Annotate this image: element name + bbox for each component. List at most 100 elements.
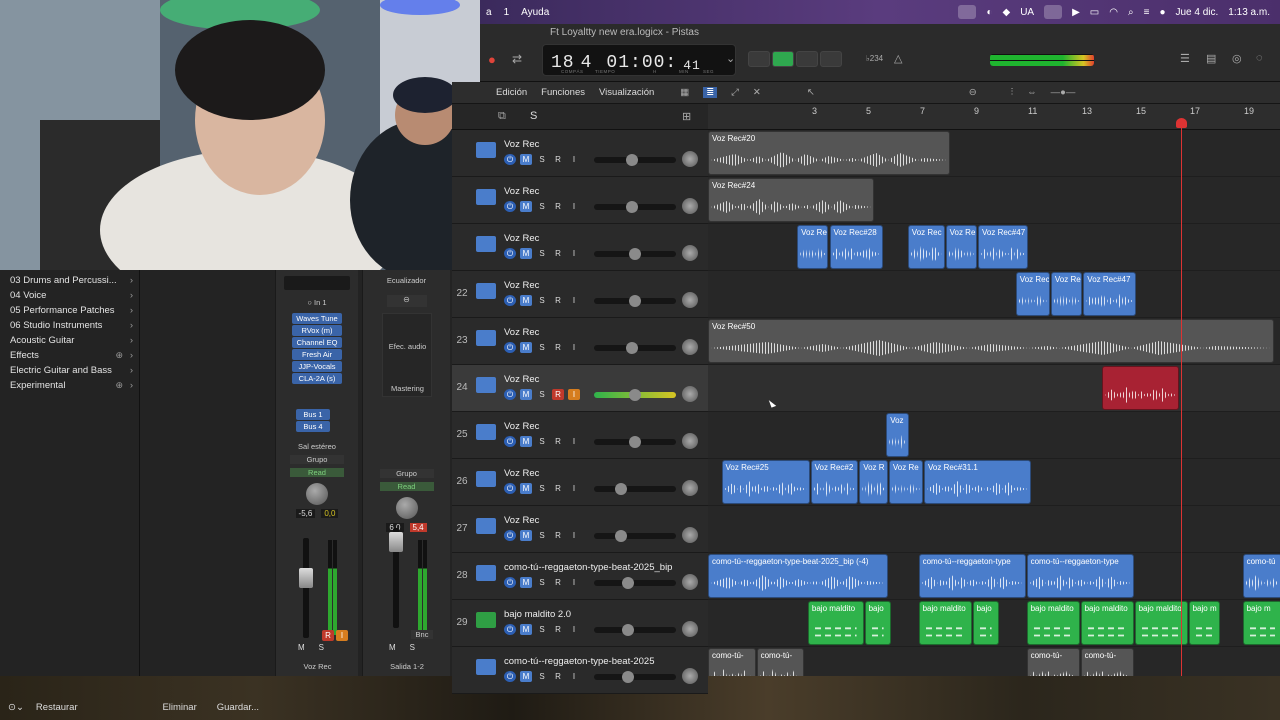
solo-button[interactable]: S xyxy=(536,248,548,259)
audio-region[interactable]: Voz Re xyxy=(888,460,923,504)
plugin-slot[interactable]: RVox (m) xyxy=(292,325,342,336)
track-lane[interactable] xyxy=(708,506,1280,553)
track-volume-slider[interactable] xyxy=(594,624,676,636)
audio-region[interactable]: como-tú- xyxy=(708,648,756,676)
send-slot[interactable]: Bus 1 xyxy=(296,409,330,420)
menu-view[interactable]: Visualización xyxy=(599,87,654,98)
track-pan-knob[interactable] xyxy=(682,198,698,214)
mute-button[interactable]: M xyxy=(520,530,532,541)
track-pan-knob[interactable] xyxy=(682,527,698,543)
track-pan-knob[interactable] xyxy=(682,433,698,449)
automation-mode[interactable]: Read xyxy=(290,468,344,477)
volume-fader-cap[interactable] xyxy=(299,568,313,588)
mute-button[interactable]: M xyxy=(520,577,532,588)
channel-name[interactable]: Salida 1-2 xyxy=(363,662,451,671)
midi-region[interactable]: bajo xyxy=(864,601,891,645)
mute-button[interactable]: M xyxy=(298,643,305,652)
input-monitor-button[interactable]: I xyxy=(568,483,580,494)
audio-region[interactable]: como-tú- xyxy=(1080,648,1134,676)
waveform-icon[interactable] xyxy=(476,471,496,487)
list-button[interactable] xyxy=(820,51,842,67)
link-icon[interactable]: ⊖ xyxy=(386,295,427,307)
check-button[interactable] xyxy=(748,51,770,67)
chevron-down-icon[interactable]: ⌄ xyxy=(726,52,735,65)
mute-button[interactable]: M xyxy=(520,483,532,494)
midi-region[interactable]: bajo maldito xyxy=(807,601,864,645)
audio-region[interactable]: como-tú--reggaeton-type xyxy=(1026,554,1134,598)
volume-thumb[interactable] xyxy=(615,483,627,495)
track-volume-slider[interactable] xyxy=(594,154,676,166)
track-header[interactable]: 27 Voz Rec ⏻ M S R I xyxy=(452,506,708,553)
settings-icon[interactable]: ⊙⌄ xyxy=(8,702,24,713)
power-button[interactable]: ⏻ xyxy=(504,530,516,541)
solo-button[interactable]: S xyxy=(536,154,548,165)
duplicate-track-icon[interactable]: ⧉ xyxy=(498,110,506,123)
volume-thumb[interactable] xyxy=(625,201,638,213)
audio-region[interactable]: como-tú- xyxy=(1026,648,1080,676)
key-display[interactable]: ♭234 xyxy=(866,54,883,63)
solo-button[interactable]: S xyxy=(536,342,548,353)
speaker-button[interactable] xyxy=(772,51,794,67)
track-pan-knob[interactable] xyxy=(682,668,698,684)
midi-region[interactable]: bajo maldito xyxy=(1080,601,1134,645)
volume-thumb[interactable] xyxy=(629,389,641,401)
volume-fader-cap[interactable] xyxy=(389,532,403,552)
waveform-icon[interactable] xyxy=(476,236,496,252)
track-pan-knob[interactable] xyxy=(682,245,698,261)
power-button[interactable]: ⏻ xyxy=(504,671,516,682)
track-header[interactable]: Voz Rec ⏻ M S R I xyxy=(452,130,708,177)
library-item-experimental[interactable]: Experimental ⊕ › xyxy=(0,378,139,393)
mute-button[interactable]: M xyxy=(520,248,532,259)
library-item-electric[interactable]: Electric Guitar and Bass › xyxy=(0,363,139,378)
audio-region[interactable]: Voz Re xyxy=(797,225,829,269)
zoom-out-icon[interactable]: ⊖ xyxy=(969,87,977,98)
waveform-icon[interactable] xyxy=(476,565,496,581)
control-center-icon[interactable]: ≡ xyxy=(1144,7,1150,18)
audio-region[interactable]: Voz Rec#31.1 xyxy=(924,460,1031,504)
volume-thumb[interactable] xyxy=(622,577,634,589)
loops-icon[interactable]: ◌ xyxy=(1256,52,1263,64)
channel-name[interactable]: Voz Rec xyxy=(276,662,359,671)
track-header[interactable]: 24 Voz Rec ⏻ M S R I xyxy=(452,365,708,412)
mute-button[interactable]: M xyxy=(520,624,532,635)
fit-icon[interactable]: ⇔ xyxy=(1027,87,1037,98)
track-pan-knob[interactable] xyxy=(682,292,698,308)
midi-region[interactable]: bajo m xyxy=(1242,601,1280,645)
track-header[interactable]: Voz Rec ⏻ M S R I xyxy=(452,224,708,271)
plugin-slot[interactable]: Fresh Air xyxy=(292,349,342,360)
record-enable-button[interactable]: R xyxy=(552,483,564,494)
track-volume-slider[interactable] xyxy=(594,483,676,495)
search-icon[interactable]: ⌕ xyxy=(1128,7,1134,18)
save-button[interactable]: Guardar... xyxy=(209,700,267,715)
eq-label[interactable]: Ecualizador xyxy=(363,276,450,285)
track-name[interactable]: Voz Rec xyxy=(504,421,539,432)
record-enable-button[interactable]: R xyxy=(552,201,564,212)
pan-knob[interactable] xyxy=(395,497,418,519)
volume-readout[interactable]: -5,6 xyxy=(295,509,316,518)
track-volume-slider[interactable] xyxy=(594,389,676,401)
group-slot[interactable]: Grupo xyxy=(379,469,434,478)
volume-thumb[interactable] xyxy=(625,154,638,166)
library-item-drums[interactable]: 03 Drums and Percussi... › xyxy=(0,273,139,288)
record-enable-button[interactable]: R xyxy=(552,295,564,306)
restore-button[interactable]: Restaurar xyxy=(28,700,86,715)
track-lane[interactable] xyxy=(708,365,1280,412)
input-monitor-button[interactable]: I xyxy=(568,154,580,165)
audio-region[interactable]: Voz Rec xyxy=(907,225,945,269)
zoom-slider[interactable]: —●— xyxy=(1051,87,1076,98)
midi-region[interactable]: bajo m xyxy=(1188,601,1220,645)
volume-thumb[interactable] xyxy=(622,671,634,683)
track-pan-knob[interactable] xyxy=(682,480,698,496)
automation-mode[interactable]: Read xyxy=(379,482,434,491)
track-name[interactable]: como-tú--reggaeton-type-beat-2025 xyxy=(504,656,655,667)
pointer-tool-icon[interactable]: ✕ xyxy=(753,87,761,98)
waveform-icon[interactable] xyxy=(476,659,496,675)
track-pan-knob[interactable] xyxy=(682,574,698,590)
group-slot[interactable]: Grupo xyxy=(290,455,344,464)
track-name[interactable]: como-tú--reggaeton-type-beat-2025_bip xyxy=(504,562,672,573)
input-monitor-button[interactable]: I xyxy=(568,248,580,259)
menu-edit[interactable]: Edición xyxy=(496,87,527,98)
audio-region[interactable]: Voz Rec#2 xyxy=(810,460,859,504)
wifi-icon[interactable]: ◠ xyxy=(1109,7,1118,18)
bounce-button[interactable]: Bnc xyxy=(411,630,433,639)
